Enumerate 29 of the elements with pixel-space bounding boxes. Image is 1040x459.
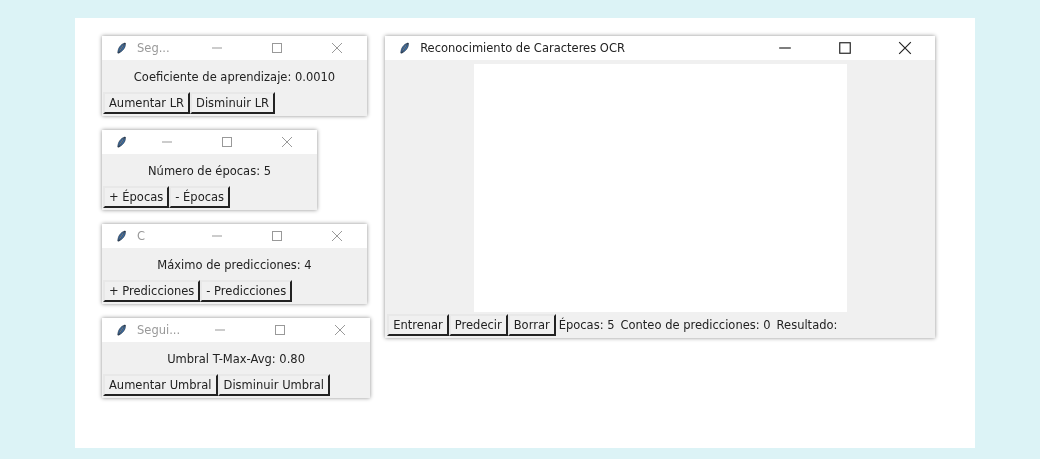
- feather-icon: [116, 135, 127, 149]
- action-button[interactable]: + Épocas: [103, 186, 170, 208]
- value-label: Número de épocas: 5: [147, 163, 272, 180]
- value-label: Umbral T-Max-Avg: 0.80: [166, 351, 306, 368]
- action-button[interactable]: + Predicciones: [103, 280, 201, 302]
- action-button[interactable]: Disminuir Umbral: [217, 374, 331, 396]
- feather-icon: [399, 41, 411, 55]
- action-button[interactable]: Entrenar: [387, 314, 449, 336]
- status-text: Épocas: 5: [557, 318, 616, 332]
- action-button[interactable]: Disminuir LR: [190, 92, 276, 114]
- action-button[interactable]: - Épocas: [169, 186, 231, 208]
- value-label: Máximo de predicciones: 4: [156, 257, 313, 274]
- action-button[interactable]: Aumentar LR: [103, 92, 191, 114]
- feather-icon: [116, 229, 127, 243]
- maximize-icon[interactable]: [838, 41, 853, 55]
- window-title: Segui...: [137, 323, 181, 337]
- status-text: Resultado:: [775, 318, 839, 332]
- feather-icon: [116, 323, 127, 337]
- window-title: C: [137, 229, 147, 243]
- action-button[interactable]: - Predicciones: [200, 280, 293, 302]
- value-label: Coeficiente de aprendizaje: 0.0010: [132, 69, 337, 86]
- action-button[interactable]: Aumentar Umbral: [103, 374, 218, 396]
- feather-icon: [116, 41, 127, 55]
- close-icon[interactable]: [898, 41, 913, 55]
- action-button[interactable]: Predecir: [448, 314, 508, 336]
- window-title: Seg...: [137, 41, 171, 55]
- status-text: Conteo de predicciones: 0: [619, 318, 772, 332]
- action-button[interactable]: Borrar: [507, 314, 556, 336]
- window-title: Reconocimiento de Caracteres OCR: [420, 41, 626, 55]
